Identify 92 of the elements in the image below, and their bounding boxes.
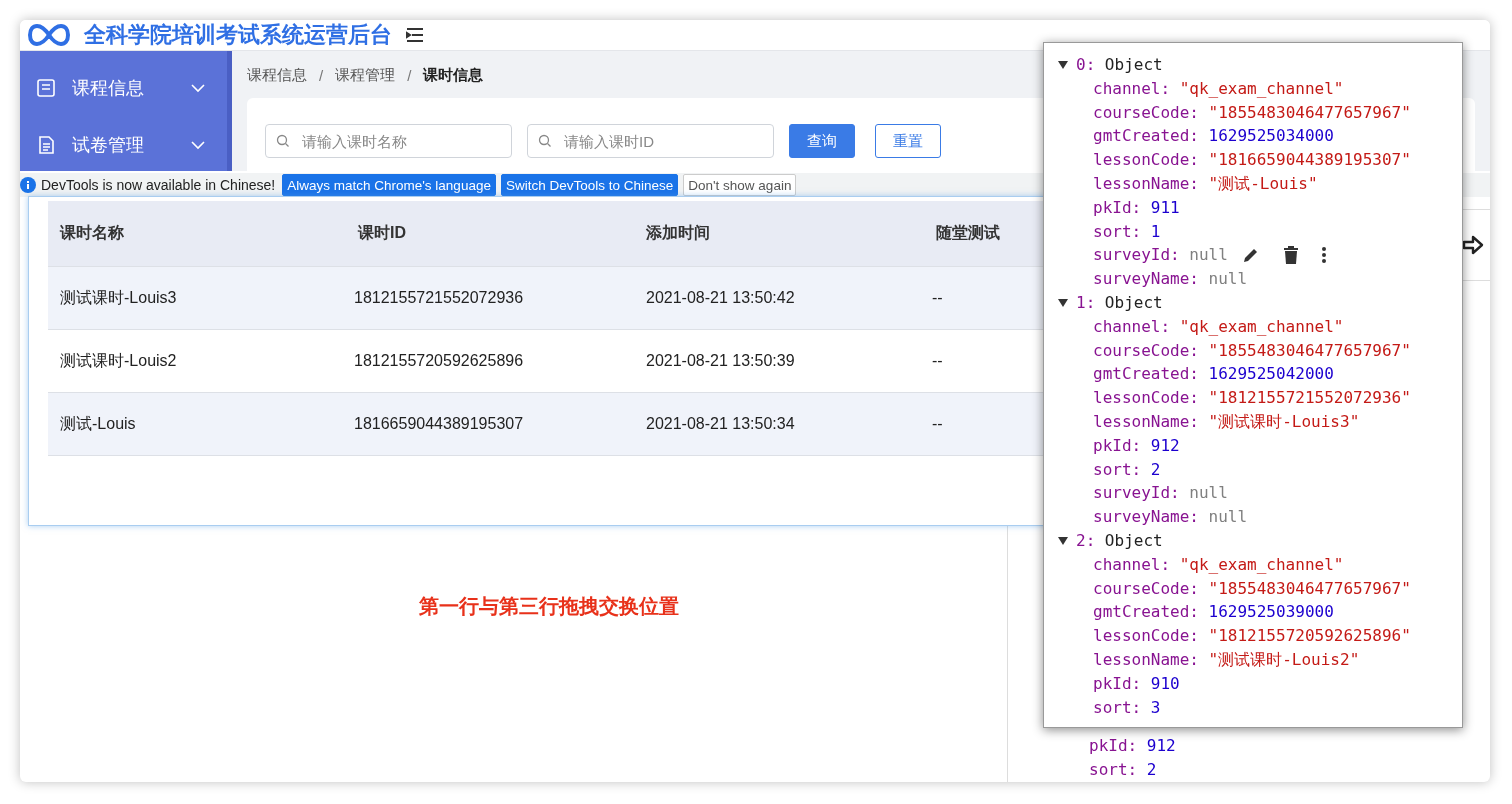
property-value: "1855483046477657967" — [1208, 577, 1411, 600]
property-key: surveyId: — [1093, 243, 1180, 268]
banner-button[interactable]: Switch DevTools to Chinese — [500, 174, 679, 196]
property-key: channel: — [1093, 552, 1171, 577]
property-key: gmtCreated: — [1093, 600, 1199, 625]
banner-message: DevTools is now available in Chinese! — [41, 177, 276, 193]
table-cell-text: 1816659044389195307 — [353, 415, 525, 433]
property-value: 912 — [1150, 434, 1180, 457]
property-key: lessonCode: — [1093, 148, 1199, 172]
property-key: courseCode: — [1093, 576, 1199, 601]
property-key: surveyName: — [1093, 505, 1199, 529]
property-value: 910 — [1150, 672, 1180, 695]
sidebar-item[interactable]: 课程信息 — [20, 59, 227, 116]
property-value: 1629525039000 — [1208, 601, 1334, 624]
column-header: 随堂测试 — [935, 223, 1001, 243]
property-key: courseCode: — [1093, 100, 1199, 125]
search-button[interactable]: 重置 — [875, 124, 941, 158]
property-key: lessonName: — [1093, 409, 1199, 434]
banner-button[interactable]: Always match Chrome's language — [282, 174, 496, 196]
object-index: 0: — [1076, 54, 1096, 76]
table-cell-text: 测试课时-Louis2 — [59, 350, 178, 371]
object-type: Object — [1104, 529, 1163, 552]
object-index: 1: — [1076, 291, 1096, 314]
property-value: "1855483046477657967" — [1208, 339, 1411, 362]
object-type: Object — [1104, 54, 1163, 76]
table-cell-text: 1812155721552072936 — [353, 289, 525, 307]
table-cell-text: -- — [931, 289, 944, 307]
breadcrumb-link[interactable]: 课程信息 — [247, 65, 307, 85]
property-key: sort: — [1089, 758, 1138, 782]
column-header: 课时ID — [356, 223, 407, 243]
table-cell-text: -- — [931, 352, 944, 370]
table-cell-text: 测试课时-Louis3 — [59, 287, 178, 308]
property-value: 1 — [1150, 220, 1161, 243]
object-type: Object — [1104, 291, 1163, 314]
property-value: "qk_exam_channel" — [1179, 553, 1344, 576]
property-key: lessonName: — [1093, 172, 1199, 196]
property-value: "qk_exam_channel" — [1179, 315, 1344, 338]
table-cell-text: 2021-08-21 13:50:42 — [645, 289, 796, 307]
table-cell-text: 1812155720592625896 — [353, 352, 525, 370]
property-value: "qk_exam_channel" — [1179, 77, 1344, 100]
table-cell-text: 2021-08-21 13:50:34 — [645, 415, 796, 433]
property-key: pkId: — [1093, 433, 1142, 458]
property-value: null — [1208, 506, 1248, 529]
property-value: "1812155720592625896" — [1208, 625, 1411, 648]
breadcrumb-separator: / — [407, 66, 412, 84]
property-key: channel: — [1093, 76, 1171, 101]
property-value: 2 — [1150, 458, 1161, 481]
property-key: lessonCode: — [1093, 624, 1199, 648]
property-value: 2 — [1146, 759, 1157, 782]
property-value: "测试课时-Louis3" — [1208, 410, 1360, 433]
table-cell-text: 测试-Louis — [59, 413, 137, 434]
column-header: 课时名称 — [58, 223, 125, 243]
property-value: null — [1208, 268, 1248, 291]
property-value: "测试-Louis" — [1208, 173, 1318, 195]
property-value: null — [1189, 482, 1228, 505]
property-key: lessonCode: — [1093, 386, 1199, 410]
property-key: channel: — [1093, 314, 1171, 339]
property-key: sort: — [1093, 219, 1142, 244]
property-key: gmtCreated: — [1093, 124, 1199, 149]
property-key: sort: — [1093, 457, 1142, 482]
property-value: 3 — [1150, 696, 1161, 719]
property-value: 1629525034000 — [1208, 125, 1334, 148]
property-key: surveyName: — [1093, 267, 1199, 291]
property-key: gmtCreated: — [1093, 362, 1199, 387]
banner-button[interactable]: Don't show again — [683, 174, 797, 196]
property-value: "测试课时-Louis2" — [1208, 648, 1360, 671]
search-field[interactable]: 请输入课时名称 — [265, 124, 512, 158]
object-index: 2: — [1076, 529, 1096, 552]
property-value: "1816659044389195307" — [1208, 149, 1411, 172]
property-value: "1812155721552072936" — [1208, 387, 1411, 410]
search-button[interactable]: 查询 — [789, 124, 855, 158]
property-value: null — [1189, 244, 1228, 267]
property-key: pkId: — [1089, 734, 1138, 759]
breadcrumb-link[interactable]: 课程管理 — [335, 65, 396, 85]
property-value: "1855483046477657967" — [1208, 101, 1411, 124]
property-value: 912 — [1146, 735, 1176, 758]
sidebar-item[interactable]: 试卷管理 — [20, 116, 227, 171]
search-field[interactable]: 请输入课时ID — [527, 124, 774, 158]
property-key: surveyId: — [1093, 481, 1180, 506]
annotation-text: 第一行与第三行拖拽交换位置 — [418, 594, 679, 619]
property-key: courseCode: — [1093, 338, 1199, 363]
property-key: lessonName: — [1093, 647, 1199, 672]
breadcrumb-separator: / — [319, 66, 324, 84]
property-key: pkId: — [1093, 671, 1142, 696]
app-title: 全科学院培训考试系统运营后台 — [84, 21, 392, 49]
property-key: pkId: — [1093, 195, 1142, 220]
property-value: 1629525042000 — [1208, 363, 1334, 386]
table-cell-text: 2021-08-21 13:50:39 — [645, 352, 796, 370]
table-cell-text: -- — [931, 415, 944, 433]
column-header: 添加时间 — [645, 223, 711, 243]
property-key: sort: — [1093, 695, 1142, 720]
property-value: 911 — [1150, 196, 1180, 219]
